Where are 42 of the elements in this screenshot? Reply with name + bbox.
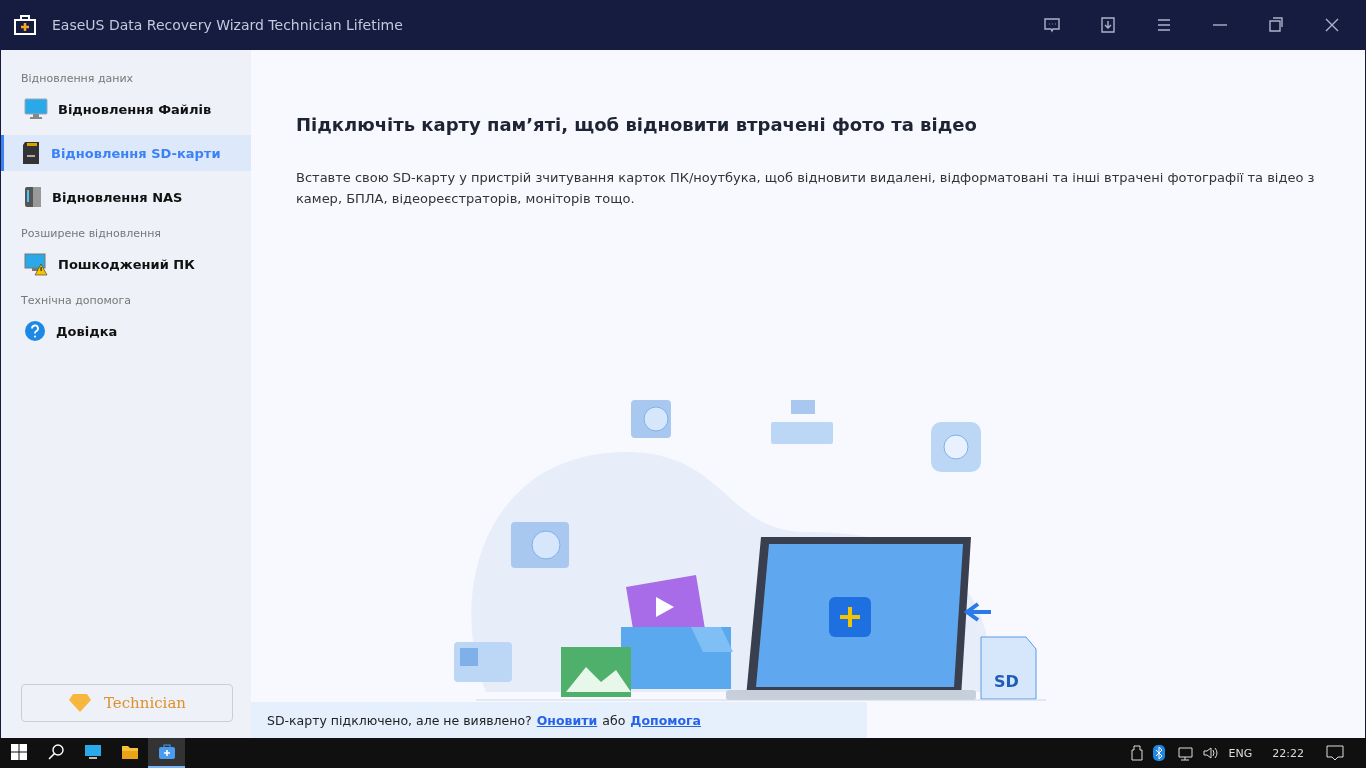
sidebar-section-heading: Технічна допомога (20, 293, 132, 309)
notice-text: SD-карту підключено, але не виявлено? (267, 712, 532, 728)
language-indicator[interactable]: ENG (1228, 746, 1253, 760)
sidebar-item-label: Відновлення Файлів (58, 101, 212, 117)
help-link[interactable]: Допомога (630, 712, 701, 728)
sidebar-item-label: Довідка (56, 323, 118, 339)
minimize-icon (1213, 24, 1227, 26)
clock-text[interactable]: 22:22 (1272, 746, 1304, 760)
restore-icon (1266, 15, 1286, 35)
monitor-icon (24, 98, 48, 120)
sidebar-item[interactable]: Відновлення NAS (1, 179, 251, 215)
description-text: Вставте свою SD-карту у пристрій зчитування карток ПК/ноутбука, щоб відновити видалені, відформатовані та інші втрачені фотографії та відео з камер, БПЛА, відеореєстраторів, моніторів тощо. (296, 169, 1316, 208)
sidebar-item[interactable]: Пошкоджений ПК (1, 246, 251, 282)
toolbox-icon (14, 15, 36, 35)
notice-connector-text: або (602, 712, 626, 728)
notification-icon[interactable] (1326, 745, 1344, 761)
pc-warning-icon (24, 252, 48, 276)
sidebar-section-heading: Розширене відновлення (20, 226, 162, 242)
sidebar-item[interactable]: Відновлення Файлів (1, 91, 251, 127)
download-icon (1098, 15, 1118, 35)
page-heading: Підключіть карту пам’яті, щоб відновити втрачені фото та відео (296, 114, 978, 135)
sidebar-item[interactable]: Довідка (1, 313, 251, 349)
monitor-icon (83, 744, 102, 760)
speaker-icon (1202, 745, 1219, 761)
bluetooth-icon (1152, 745, 1165, 761)
usb-drive-icon (1130, 745, 1143, 761)
help-icon (24, 320, 46, 342)
sidebar-item-label: Пошкоджений ПК (58, 256, 195, 272)
sd-card-icon (21, 141, 41, 165)
sidebar-item-label: Відновлення SD-карти (51, 145, 221, 161)
toolbox-icon (157, 744, 176, 760)
folder-icon (120, 744, 139, 760)
server-icon (24, 186, 42, 208)
refresh-link[interactable]: Оновити (536, 712, 598, 728)
sidebar-item-label: Відновлення NAS (52, 189, 183, 205)
diamond-icon (67, 693, 92, 713)
window-title: EaseUS Data Recovery Wizard Technician Lifetime (52, 17, 404, 33)
sidebar-section-heading: Відновлення даних (20, 71, 135, 87)
windows-logo-icon (10, 744, 27, 760)
feedback-icon (1042, 15, 1062, 35)
taskbar-button[interactable] (148, 738, 185, 768)
search-icon (47, 744, 64, 760)
